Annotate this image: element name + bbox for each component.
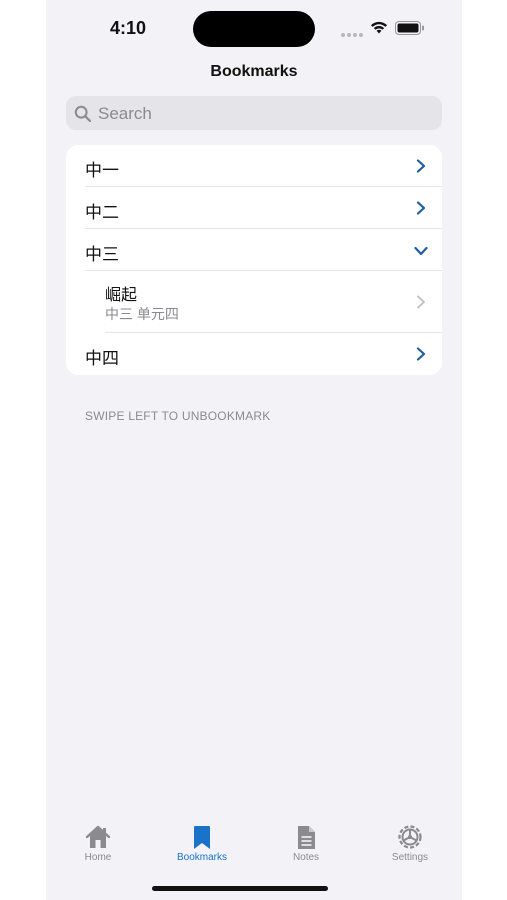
search-bar[interactable]: [66, 96, 442, 132]
swipe-hint: SWIPE LEFT TO UNBOOKMARK: [85, 409, 271, 423]
search-input[interactable]: [96, 96, 430, 132]
chevron-right-icon: [416, 201, 426, 215]
bookmark-item-row[interactable]: 崛起 中三 单元四: [66, 271, 442, 333]
status-time: 4:10: [109, 18, 147, 38]
tab-settings[interactable]: Settings: [365, 820, 455, 863]
bookmark-group-row[interactable]: 中三: [66, 229, 442, 271]
wifi-icon: [371, 21, 387, 34]
group-label: 中三: [85, 245, 119, 264]
tab-label: Home: [84, 852, 112, 863]
document-icon: [298, 826, 315, 849]
tab-label: Notes: [292, 852, 320, 863]
home-indicator: [152, 886, 328, 891]
tab-label: Bookmarks: [176, 852, 227, 863]
house-icon: [85, 825, 111, 848]
tab-bar: Home Bookmarks Notes Settings: [46, 820, 462, 880]
chevron-down-icon: [414, 246, 428, 256]
page-title: Bookmarks: [210, 63, 298, 80]
dynamic-island: [193, 11, 315, 47]
cellular-signal-icon: [341, 24, 365, 42]
group-label: 中二: [85, 203, 119, 222]
bookmark-group-row[interactable]: 中一: [66, 145, 442, 187]
battery-icon: [395, 21, 424, 35]
bookmark-group-row[interactable]: 中四: [66, 333, 442, 375]
app-screen: 4:10 Bookmarks 中一 中二: [46, 0, 462, 900]
tab-bookmarks[interactable]: Bookmarks: [157, 820, 247, 863]
bookmark-subtitle: 中三 单元四: [105, 306, 179, 322]
bookmark-icon: [194, 826, 210, 849]
bookmark-group-row[interactable]: 中二: [66, 187, 442, 229]
tab-notes[interactable]: Notes: [261, 820, 351, 863]
group-label: 中四: [85, 349, 119, 368]
bookmark-list: 中一 中二 中三 崛起 中三 单元四 中四: [66, 145, 442, 375]
gear-icon: [398, 825, 422, 849]
chevron-right-icon: [417, 295, 425, 309]
tab-label: Settings: [391, 852, 429, 863]
chevron-right-icon: [416, 347, 426, 361]
search-icon: [74, 105, 92, 123]
tab-home[interactable]: Home: [53, 820, 143, 863]
group-label: 中一: [85, 161, 119, 180]
chevron-right-icon: [416, 159, 426, 173]
bookmark-title: 崛起: [105, 287, 138, 304]
